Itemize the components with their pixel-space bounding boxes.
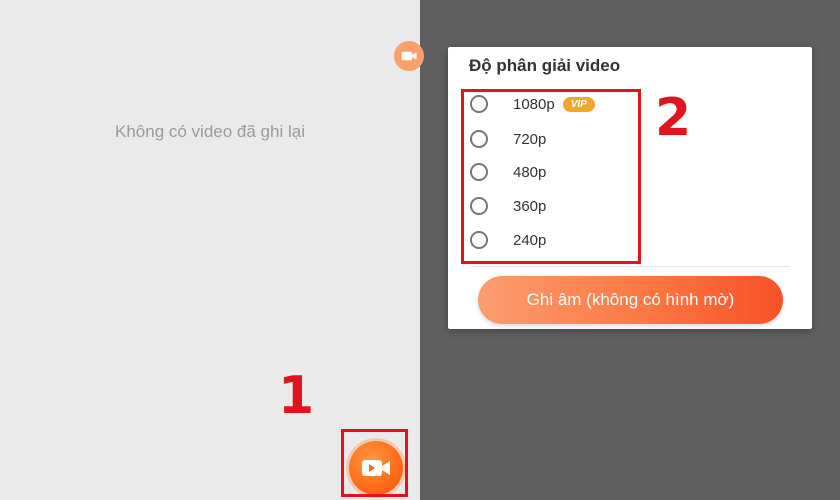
divider: [470, 266, 790, 267]
recordings-screen: Không có video đã ghi lại: [0, 0, 420, 500]
dialog-title: Độ phân giải video: [469, 56, 621, 75]
record-without-watermark-button[interactable]: Ghi âm (không có hình mờ): [478, 276, 783, 324]
floating-record-bubble[interactable]: [394, 41, 424, 71]
highlight-box-resolution-options: [461, 89, 641, 264]
step-marker-1: 1: [278, 366, 315, 426]
highlight-box-record-button: [341, 429, 408, 497]
step-marker-2: 2: [655, 88, 692, 148]
empty-recordings-message: Không có video đã ghi lại: [115, 122, 305, 141]
video-camera-icon: [401, 51, 417, 61]
